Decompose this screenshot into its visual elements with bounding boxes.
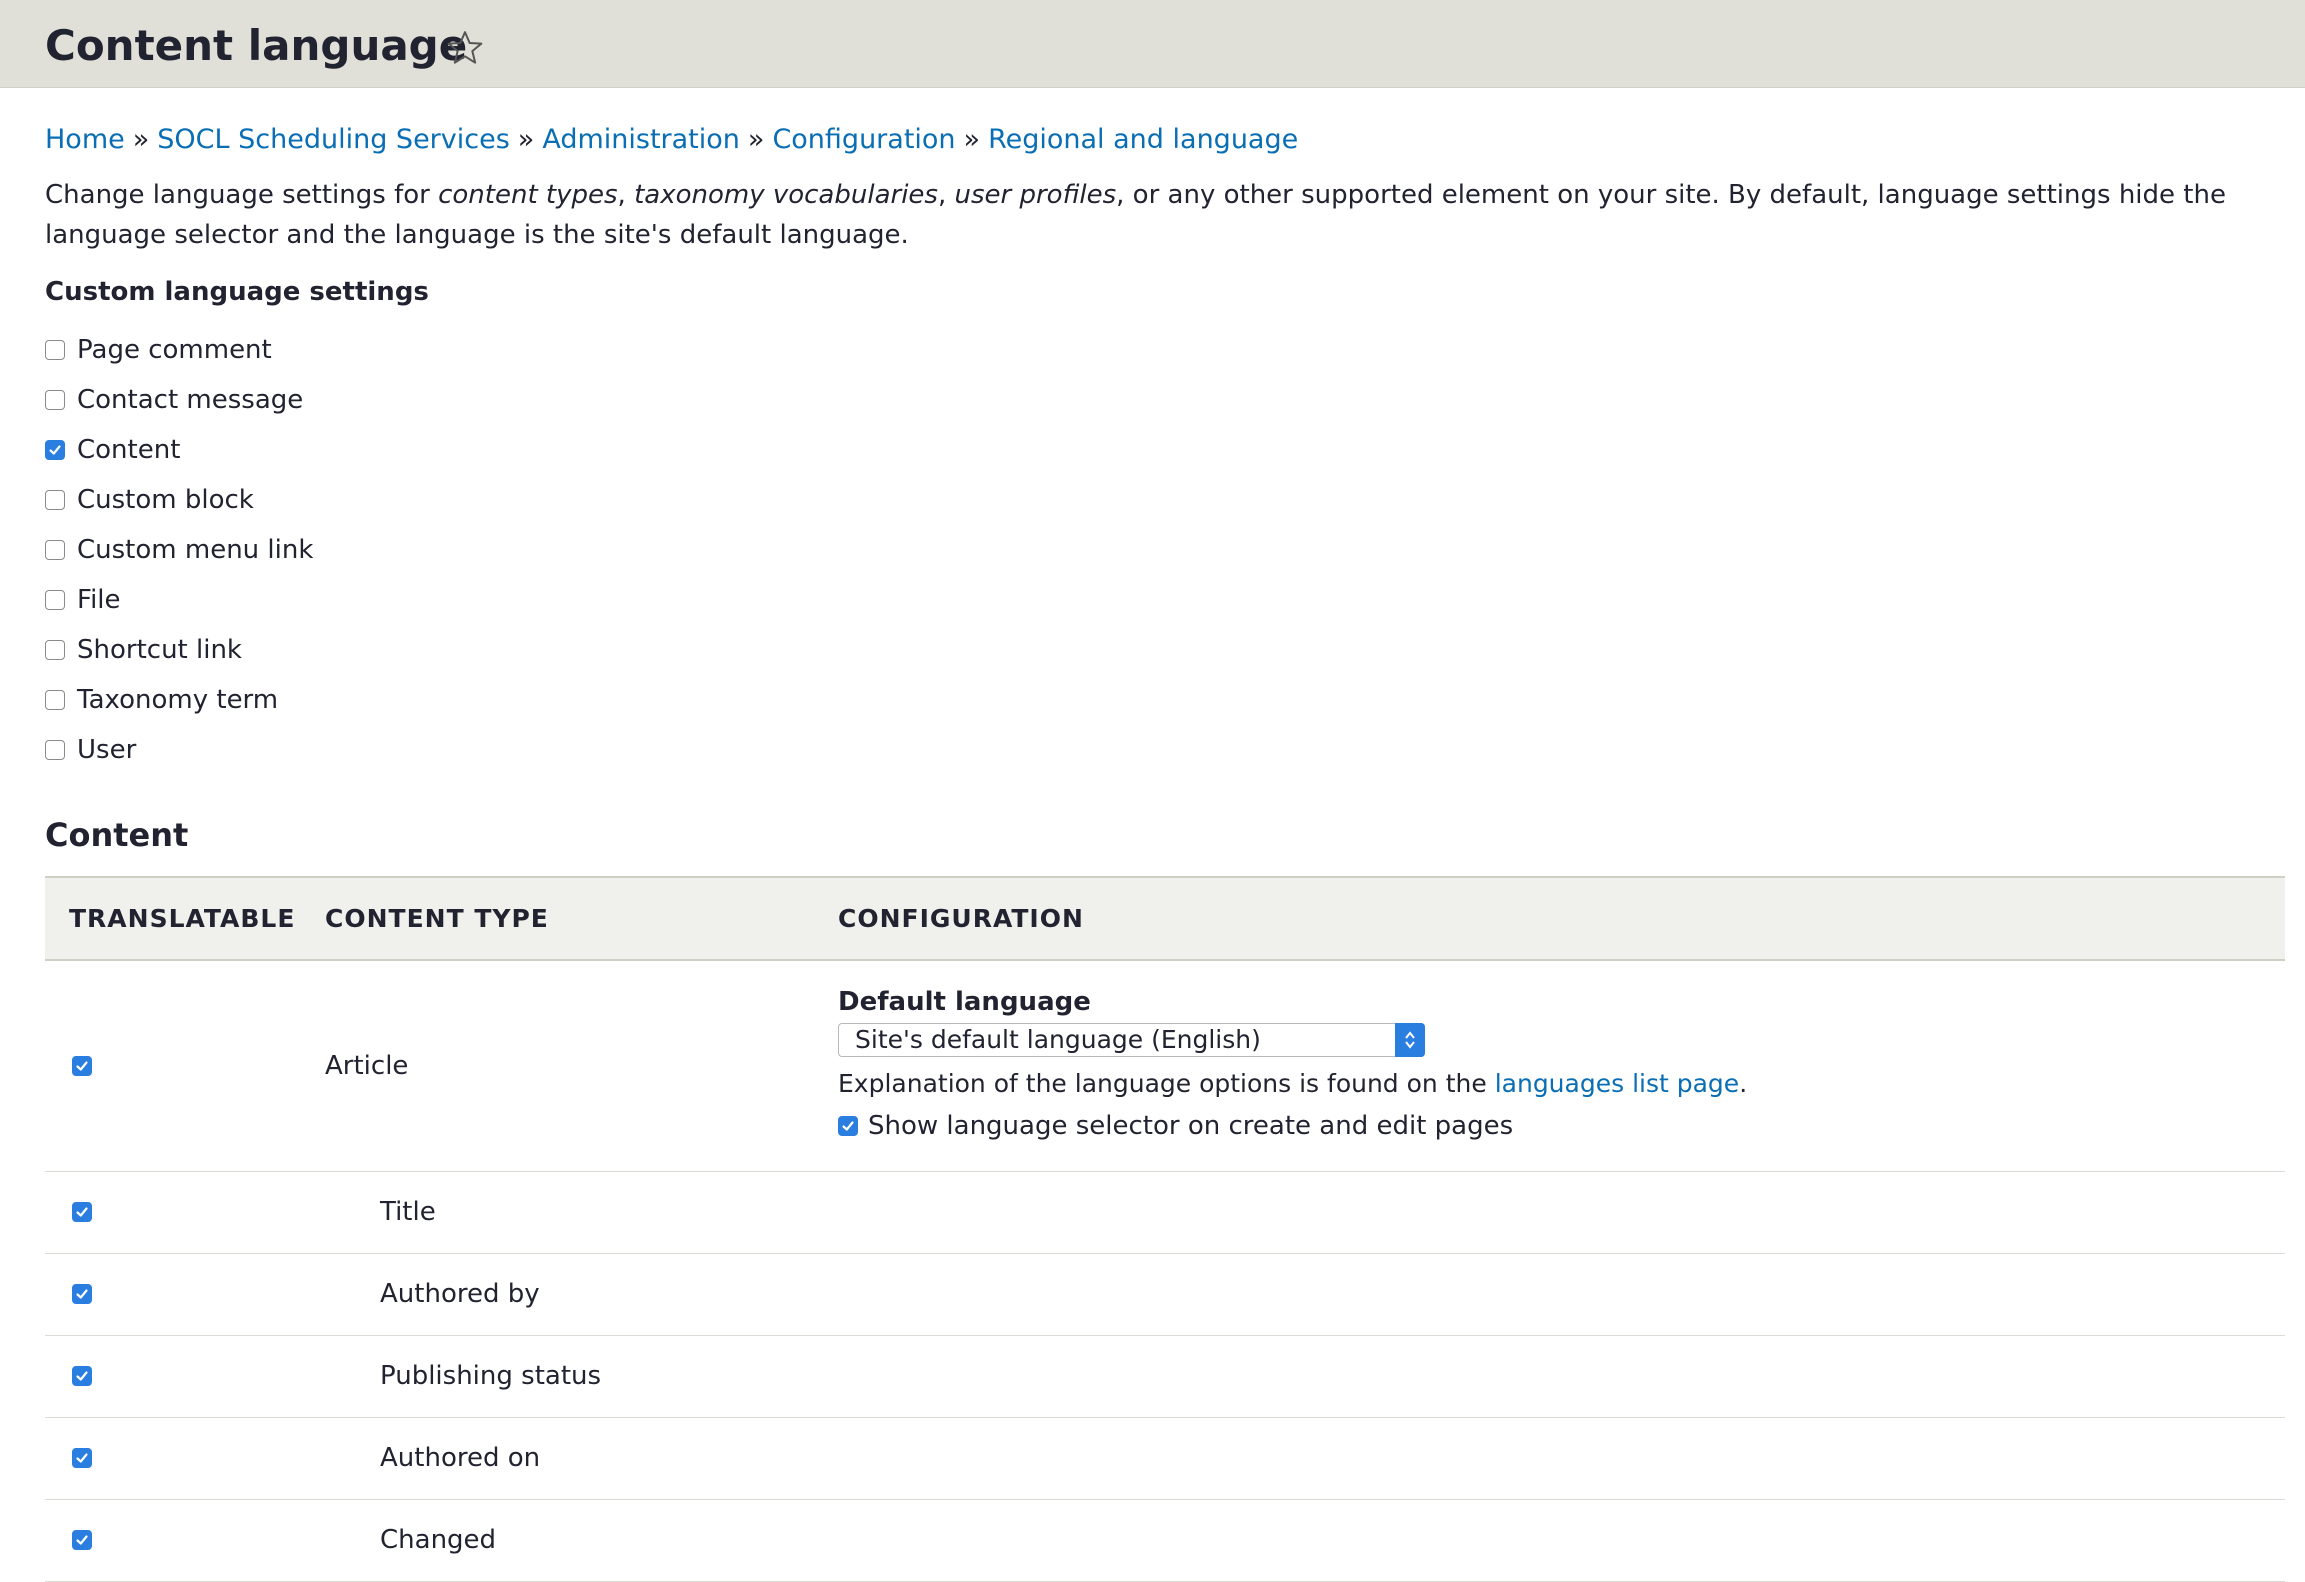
setting-label: Content (77, 435, 181, 465)
language-options-help: Explanation of the language options is f… (838, 1069, 1748, 1098)
setting-label: File (77, 585, 121, 615)
field-name: Authored by (380, 1279, 540, 1309)
setting-user[interactable]: User (45, 725, 313, 775)
table-row-authored-on: Authored on (45, 1418, 2285, 1500)
column-header-translatable: TRANSLATABLE (69, 904, 296, 933)
breadcrumb-configuration[interactable]: Configuration (772, 124, 955, 155)
breadcrumb-socl-scheduling-services[interactable]: SOCL Scheduling Services (157, 124, 510, 155)
table-row-article: Article Default language Site's default … (45, 961, 2285, 1172)
default-language-label: Default language (838, 987, 1091, 1017)
checkmark-icon (49, 445, 61, 455)
page-description: Change language settings for content typ… (45, 180, 2226, 250)
setting-label: Custom menu link (77, 535, 314, 565)
article-translatable-checkbox[interactable] (72, 1056, 92, 1076)
checkmark-icon (76, 1453, 88, 1463)
content-settings-table: TRANSLATABLE CONTENT TYPE CONFIGURATION … (45, 876, 2285, 1582)
column-header-content-type: CONTENT TYPE (325, 904, 549, 933)
setting-page-comment[interactable]: Page comment (45, 325, 313, 375)
changed-translatable-checkbox[interactable] (72, 1530, 92, 1550)
user-checkbox[interactable] (45, 740, 65, 760)
checkmark-icon (76, 1535, 88, 1545)
checkmark-icon (842, 1121, 854, 1131)
table-row-changed: Changed (45, 1500, 2285, 1582)
setting-label: Shortcut link (77, 635, 242, 665)
taxonomy-term-checkbox[interactable] (45, 690, 65, 710)
content-type-name: Article (325, 1051, 409, 1081)
field-name: Title (380, 1197, 436, 1227)
setting-taxonomy-term[interactable]: Taxonomy term (45, 675, 313, 725)
page-header: Content language (0, 0, 2305, 88)
checkmark-icon (76, 1061, 88, 1071)
authored-by-translatable-checkbox[interactable] (72, 1284, 92, 1304)
select-arrows-icon (1395, 1023, 1425, 1057)
page-comment-checkbox[interactable] (45, 340, 65, 360)
field-name: Publishing status (380, 1361, 602, 1391)
checkmark-icon (76, 1207, 88, 1217)
setting-custom-menu-link[interactable]: Custom menu link (45, 525, 313, 575)
setting-label: User (77, 735, 137, 765)
setting-label: Contact message (77, 385, 304, 415)
setting-contact-message[interactable]: Contact message (45, 375, 313, 425)
content-checkbox[interactable] (45, 440, 65, 460)
table-row-authored-by: Authored by (45, 1254, 2285, 1336)
setting-shortcut-link[interactable]: Shortcut link (45, 625, 313, 675)
table-header: TRANSLATABLE CONTENT TYPE CONFIGURATION (45, 876, 2285, 961)
field-name: Authored on (380, 1443, 541, 1473)
breadcrumb-separator: » (963, 124, 981, 155)
breadcrumb-separator: » (517, 124, 535, 155)
breadcrumb-regional-and-language[interactable]: Regional and language (988, 124, 1298, 155)
breadcrumb-separator: » (132, 124, 150, 155)
default-language-value: Site's default language (English) (855, 1025, 1261, 1054)
setting-label: Page comment (77, 335, 272, 365)
checkmark-icon (76, 1371, 88, 1381)
setting-file[interactable]: File (45, 575, 313, 625)
breadcrumb-separator: » (747, 124, 765, 155)
custom-language-settings-list: Page comment Contact message Content Cus… (45, 325, 313, 775)
shortcut-link-checkbox[interactable] (45, 640, 65, 660)
default-language-select[interactable]: Site's default language (English) (838, 1023, 1425, 1057)
checkmark-icon (76, 1289, 88, 1299)
show-language-selector-option[interactable]: Show language selector on create and edi… (838, 1109, 2238, 1143)
article-configuration: Default language Site's default language… (838, 985, 2238, 1143)
column-header-configuration: CONFIGURATION (838, 904, 1084, 933)
custom-language-settings-label: Custom language settings (45, 277, 429, 307)
publishing-status-translatable-checkbox[interactable] (72, 1366, 92, 1386)
breadcrumb-home[interactable]: Home (45, 124, 125, 155)
star-icon[interactable] (445, 28, 485, 68)
setting-custom-block[interactable]: Custom block (45, 475, 313, 525)
authored-on-translatable-checkbox[interactable] (72, 1448, 92, 1468)
custom-block-checkbox[interactable] (45, 490, 65, 510)
setting-label: Custom block (77, 485, 254, 515)
content-section-heading: Content (45, 816, 189, 854)
languages-list-page-link[interactable]: languages list page (1495, 1069, 1739, 1098)
setting-label: Taxonomy term (77, 685, 279, 715)
show-language-selector-checkbox[interactable] (838, 1116, 858, 1136)
breadcrumb-administration[interactable]: Administration (542, 124, 740, 155)
show-language-selector-label: Show language selector on create and edi… (868, 1111, 1514, 1141)
table-row-title: Title (45, 1172, 2285, 1254)
file-checkbox[interactable] (45, 590, 65, 610)
breadcrumb: Home» SOCL Scheduling Services» Administra… (45, 122, 1298, 158)
table-row-publishing-status: Publishing status (45, 1336, 2285, 1418)
contact-message-checkbox[interactable] (45, 390, 65, 410)
custom-menu-link-checkbox[interactable] (45, 540, 65, 560)
field-name: Changed (380, 1525, 497, 1555)
title-translatable-checkbox[interactable] (72, 1202, 92, 1222)
page-title: Content language (45, 21, 468, 70)
setting-content[interactable]: Content (45, 425, 313, 475)
